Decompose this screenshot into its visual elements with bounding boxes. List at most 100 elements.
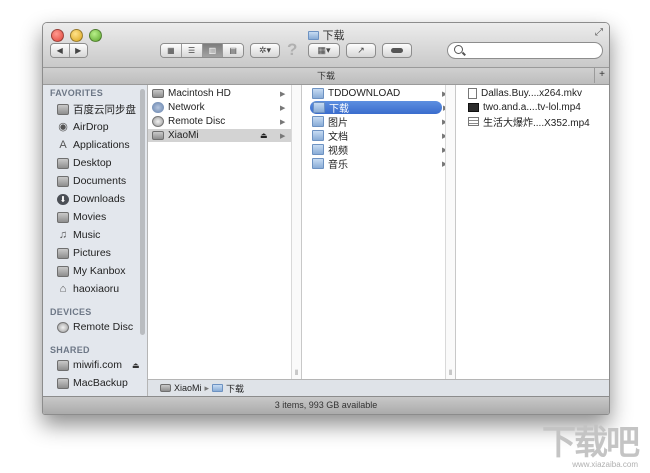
- list-item[interactable]: Network ▶: [152, 101, 292, 114]
- path-bar: XiaoMi ▸ 下载: [148, 379, 609, 396]
- sidebar-item-label: AirDrop: [73, 121, 109, 133]
- arrange-icon: ▦▾: [317, 45, 331, 55]
- list-item-selected[interactable]: 下载 ▶: [310, 101, 448, 115]
- sidebar-item-miwifi[interactable]: miwifi.com ⏏: [57, 357, 140, 373]
- sidebar-item-applications[interactable]: A Applications: [57, 137, 129, 153]
- applications-icon: A: [59, 138, 67, 151]
- pictures-icon: [57, 247, 69, 259]
- list-item[interactable]: 视频 ▶: [312, 143, 452, 157]
- sidebar-item-label: Music: [73, 229, 101, 241]
- sidebar-item-documents[interactable]: Documents: [57, 173, 126, 189]
- eject-icon[interactable]: ⏏: [132, 361, 140, 370]
- column-resize-handle[interactable]: ⦀: [445, 85, 455, 379]
- sidebar-header-devices: DEVICES: [50, 307, 92, 317]
- column-view-button[interactable]: ▥: [202, 44, 224, 57]
- list-item[interactable]: Remote Disc ▶: [152, 115, 292, 128]
- list-item-label: Macintosh HD: [168, 88, 231, 99]
- list-item[interactable]: Macintosh HD ▶: [152, 87, 292, 100]
- sidebar-item-pictures[interactable]: Pictures: [57, 245, 111, 261]
- share-button[interactable]: ↗: [346, 43, 376, 58]
- list-item[interactable]: two.and.a....tv-lol.mp4: [468, 101, 581, 114]
- network-icon: [152, 102, 164, 113]
- list-item-label: 下载: [329, 104, 349, 115]
- chevron-right-icon: ▶: [280, 90, 286, 98]
- new-tab-button[interactable]: +: [594, 68, 609, 83]
- music-icon: ♫: [58, 228, 68, 241]
- server-icon: [160, 384, 171, 392]
- watermark-text: 下载吧: [542, 424, 640, 462]
- status-bar: 3 items, 993 GB available: [43, 396, 609, 414]
- coverflow-view-button[interactable]: ▤: [223, 44, 243, 57]
- sidebar-item-movies[interactable]: Movies: [57, 209, 106, 225]
- sidebar-item-label: 百度云同步盘: [73, 103, 136, 116]
- sidebar-header-shared: SHARED: [50, 345, 90, 355]
- sidebar-item-desktop[interactable]: Desktop: [57, 155, 112, 171]
- list-item-label: two.and.a....tv-lol.mp4: [483, 102, 581, 113]
- icon-view-button[interactable]: ▦: [161, 44, 182, 57]
- sidebar-item-music[interactable]: ♫ Music: [57, 227, 101, 243]
- list-item[interactable]: 文档 ▶: [312, 129, 452, 143]
- sidebar-item-my-kanbox[interactable]: My Kanbox: [57, 263, 126, 279]
- sidebar-item-airdrop[interactable]: ◉ AirDrop: [57, 119, 109, 135]
- list-item-label: 音乐: [328, 160, 348, 171]
- sidebar-item-label: miwifi.com: [73, 359, 122, 371]
- sidebar-scrollbar[interactable]: [140, 89, 145, 335]
- sidebar-item-baidu[interactable]: 百度云同步盘: [57, 101, 136, 117]
- list-item[interactable]: TDDOWNLOAD ▶: [312, 87, 452, 100]
- list-item-label: TDDOWNLOAD: [328, 88, 401, 99]
- sidebar-item-remote-disc[interactable]: Remote Disc: [57, 319, 133, 335]
- column-resize-handle[interactable]: ⦀: [291, 85, 301, 379]
- sidebar-item-label: MacBackup: [73, 377, 128, 389]
- browser-column-3: Dallas.Buy....x264.mkv two.and.a....tv-l…: [456, 85, 609, 379]
- list-item[interactable]: 图片 ▶: [312, 115, 452, 129]
- finder-window: 下载 ⤢ ◀ ▶ ▦ ☰ ▥ ▤ ✲▾ ? ▦▾ ↗ 下载 + FAVORITE…: [42, 22, 610, 415]
- sidebar-item-label: Documents: [73, 175, 127, 187]
- server-icon: [57, 359, 69, 371]
- eject-icon[interactable]: ⏏: [260, 131, 268, 140]
- folder-icon: [312, 130, 324, 141]
- action-menu-button[interactable]: ✲▾: [250, 43, 280, 58]
- sidebar-item-label: Desktop: [73, 157, 112, 169]
- back-button[interactable]: ◀: [51, 44, 70, 57]
- toolbar: 下载 ⤢ ◀ ▶ ▦ ☰ ▥ ▤ ✲▾ ? ▦▾ ↗: [43, 23, 609, 68]
- folder-icon: [313, 102, 325, 113]
- sidebar-item-downloads[interactable]: ⬇ Downloads: [57, 191, 125, 207]
- back-forward-control: ◀ ▶: [50, 43, 88, 58]
- view-mode-control: ▦ ☰ ▥ ▤: [160, 43, 244, 58]
- sidebar-item-label: haoxiaoru: [73, 283, 120, 295]
- disc-icon: [152, 116, 164, 127]
- home-icon: ⌂: [59, 282, 67, 295]
- arrange-button[interactable]: ▦▾: [308, 43, 340, 58]
- folder-icon: [57, 265, 69, 277]
- status-text: 3 items, 993 GB available: [274, 400, 378, 410]
- sidebar-item-label: Downloads: [73, 193, 125, 205]
- documents-icon: [57, 175, 69, 187]
- forward-button[interactable]: ▶: [69, 44, 87, 57]
- video-icon: [468, 103, 479, 112]
- tag-button[interactable]: [382, 43, 412, 58]
- search-field[interactable]: [447, 42, 603, 59]
- list-item-label: XiaoMi: [168, 130, 199, 141]
- path-item[interactable]: XiaoMi: [174, 383, 202, 393]
- folder-icon: [212, 384, 224, 392]
- list-item[interactable]: 音乐 ▶: [312, 157, 452, 171]
- tab-title[interactable]: 下载: [317, 71, 335, 81]
- list-item[interactable]: 生活大爆炸....X352.mp4: [468, 115, 590, 129]
- watermark-logo: 下载吧 www.xiazaiba.com: [542, 424, 640, 469]
- sidebar-item-home[interactable]: ⌂ haoxiaoru: [57, 281, 119, 297]
- fullscreen-icon[interactable]: ⤢: [595, 27, 603, 38]
- sidebar-item-macbackup[interactable]: MacBackup: [57, 375, 128, 391]
- path-item[interactable]: 下载: [226, 382, 244, 395]
- list-item-selected[interactable]: XiaoMi ⏏ ▶: [148, 129, 292, 142]
- downloads-icon: ⬇: [57, 193, 69, 205]
- browser-column-2: TDDOWNLOAD ▶ 下载 ▶ 图片 ▶ 文档 ▶ 视频 ▶ 音乐 ▶ ⦀: [302, 85, 456, 379]
- folder-icon: [312, 144, 324, 155]
- list-item[interactable]: Dallas.Buy....x264.mkv: [468, 87, 582, 100]
- server-icon: [57, 377, 69, 389]
- tag-icon: [391, 48, 403, 53]
- sidebar-item-label: Remote Disc: [73, 321, 134, 333]
- list-item-label: Dallas.Buy....x264.mkv: [481, 88, 582, 99]
- list-view-button[interactable]: ☰: [181, 44, 203, 57]
- sidebar-item-label: My Kanbox: [73, 265, 126, 277]
- tab-bar: 下载 +: [43, 68, 609, 85]
